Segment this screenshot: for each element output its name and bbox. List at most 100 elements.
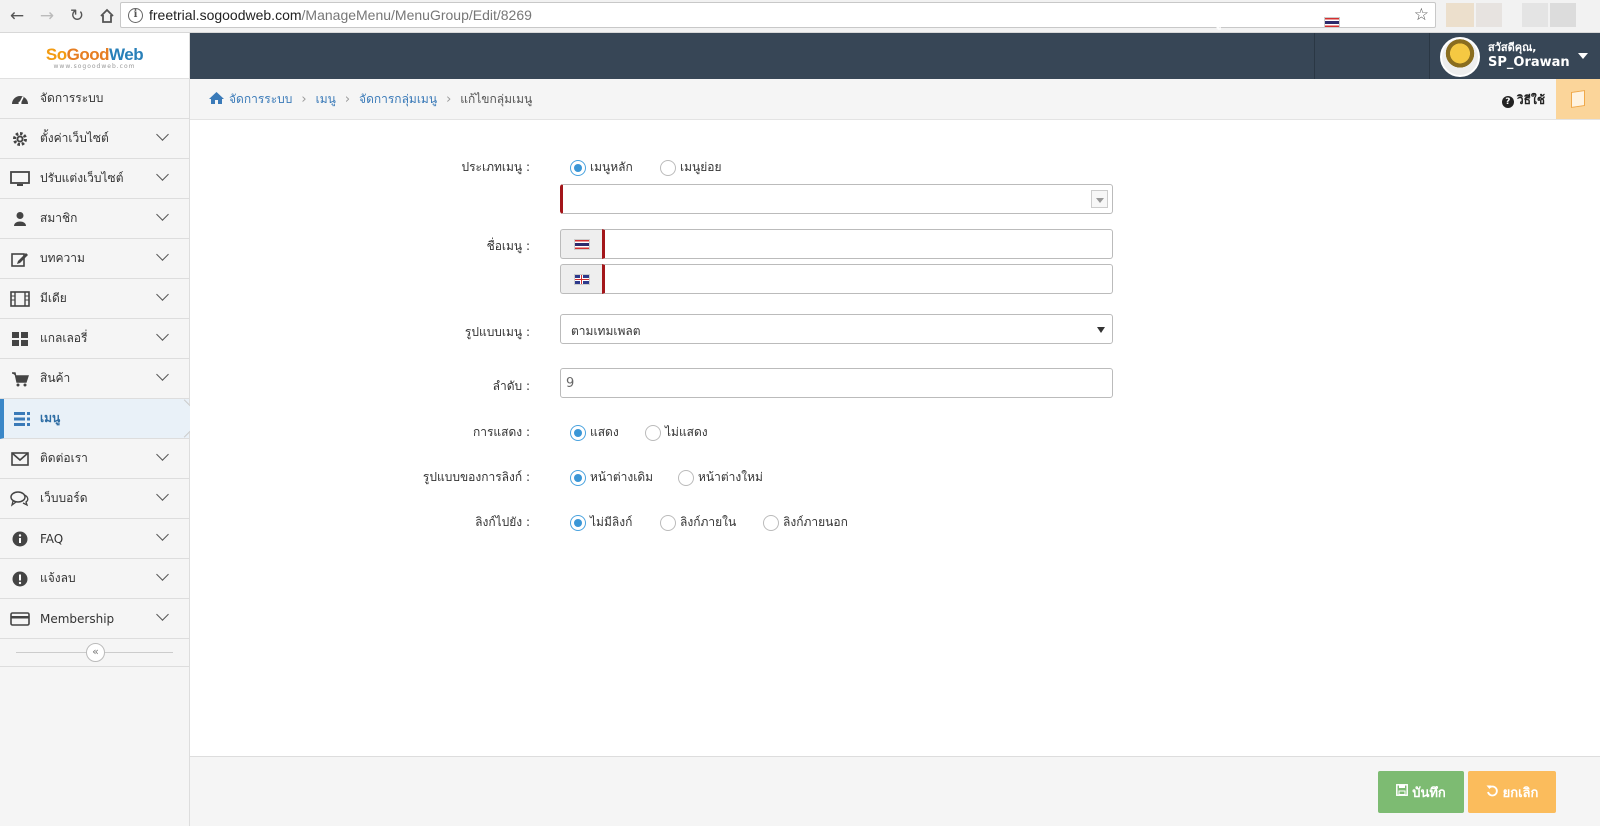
gear-icon [0, 131, 40, 147]
breadcrumb-separator-icon: › [446, 91, 452, 107]
radio-no-link[interactable]: ไม่มีลิงก์ [570, 513, 632, 532]
thai-flag-addon [560, 229, 602, 259]
envelope-icon [0, 451, 40, 466]
link-style-label: รูปแบบของการลิงก์ : [422, 470, 530, 484]
sidebar-item-dashboard[interactable]: จัดการระบบ [0, 79, 189, 119]
monitor-icon [0, 170, 40, 187]
cancel-button[interactable]: ยกเลิก [1468, 771, 1556, 813]
menu-list-icon [4, 411, 40, 427]
user-caret-icon[interactable] [1578, 53, 1588, 59]
chevron-down-icon [156, 288, 169, 301]
sidebar-collapse-row: « [0, 639, 189, 667]
question-icon: ? [1501, 96, 1514, 108]
collapse-sidebar-icon[interactable]: « [86, 643, 105, 662]
save-icon [1396, 784, 1409, 800]
home-icon[interactable] [94, 3, 120, 29]
sidebar-item-media[interactable]: มีเดีย [0, 279, 189, 319]
chevron-down-icon [156, 488, 169, 501]
order-input[interactable]: 9 [560, 368, 1113, 398]
sidebar-item-menu[interactable]: เมนู [0, 399, 189, 439]
menu-name-label: ชื่อเมนู : [486, 239, 530, 253]
menu-name-th-input[interactable] [602, 229, 1113, 259]
thai-flag-icon [573, 238, 590, 250]
breadcrumb-link-menu[interactable]: เมนู [316, 90, 336, 109]
sidebar-item-articles[interactable]: บทความ [0, 239, 189, 279]
radio-external-link[interactable]: ลิงก์ภายนอก [763, 513, 848, 532]
menu-style-select[interactable]: ตามเทมเพลต [560, 314, 1113, 344]
grid-icon [0, 331, 40, 347]
sidebar-item-members[interactable]: สมาชิก [0, 199, 189, 239]
sidebar-item-faq[interactable]: FAQ [0, 519, 189, 559]
extension-icon[interactable] [1522, 3, 1548, 27]
chevron-down-icon [156, 328, 169, 341]
extension-icon[interactable] [1550, 3, 1576, 27]
sidebar-item-settings[interactable]: ตั้งค่าเว็บไซต์ [0, 119, 189, 159]
alert-icon [0, 571, 40, 587]
dropdown-arrow-icon[interactable] [1091, 190, 1108, 208]
menu-name-en-input[interactable] [602, 264, 1113, 294]
radio-show[interactable]: แสดง [570, 423, 619, 442]
menu-type-label: ประเภทเมนู : [461, 160, 530, 174]
chevron-down-icon [156, 128, 169, 141]
info-icon[interactable]: i [128, 7, 143, 23]
radio-internal-link[interactable]: ลิงก์ภายใน [660, 513, 736, 532]
uk-flag-addon [560, 264, 602, 294]
parent-menu-select[interactable] [560, 184, 1113, 214]
forward-icon[interactable]: → [34, 3, 60, 29]
uk-flag-icon [573, 273, 590, 285]
radio-sub-menu[interactable]: เมนูย่อย [660, 158, 721, 177]
view-site-link[interactable]: ดูตัวอย่างเว็บไซต์ [1213, 0, 1310, 46]
extension-icon[interactable] [1446, 3, 1474, 27]
radio-new-window[interactable]: หน้าต่างใหม่ [678, 468, 763, 487]
film-icon [0, 290, 40, 307]
form-footer: บันทึก ยกเลิก [190, 756, 1600, 826]
sidebar-item-customize[interactable]: ปรับแต่งเว็บไซต์ [0, 159, 189, 199]
menu-style-label: รูปแบบเมนู : [464, 325, 530, 339]
user-icon [0, 211, 40, 227]
reload-icon[interactable]: ↻ [64, 3, 90, 29]
dashboard-icon [0, 91, 40, 107]
chevron-down-icon [156, 568, 169, 581]
sidebar-item-report[interactable]: แจ้งลบ [0, 559, 189, 599]
site-logo[interactable]: SoGoodWeb www.sogoodweb.com [0, 33, 190, 79]
credit-card-icon [0, 611, 40, 626]
sidebar-item-webboard[interactable]: เว็บบอร์ด [0, 479, 189, 519]
extension-icon[interactable] [1476, 3, 1502, 27]
sidebar-item-membership[interactable]: Membership [0, 599, 189, 639]
help-link[interactable]: ? วิธีใช้ [1501, 91, 1545, 110]
chevron-down-icon [156, 168, 169, 181]
breadcrumb-link-menu-group[interactable]: จัดการกลุ่มเมนู [359, 90, 437, 109]
back-icon[interactable]: ← [4, 3, 30, 29]
breadcrumb-separator-icon: › [301, 91, 307, 107]
breadcrumb-separator-icon: › [344, 91, 351, 107]
breadcrumb-link-system[interactable]: จัดการระบบ [229, 90, 292, 109]
info-icon [0, 531, 40, 547]
edit-icon [0, 251, 40, 267]
display-label: การแสดง : [472, 425, 530, 439]
chevron-down-icon [156, 528, 169, 541]
language-dropdown[interactable]: ภาษาไทย [1324, 0, 1421, 46]
caret-down-icon [1097, 327, 1105, 333]
sidebar: จัดการระบบ ตั้งค่าเว็บไซต์ ปรับแต่งเว็บไ… [0, 79, 190, 826]
thai-flag-icon [1324, 17, 1340, 28]
sidebar-item-gallery[interactable]: แกลเลอรี่ [0, 319, 189, 359]
save-button[interactable]: บันทึก [1378, 771, 1464, 813]
chevron-down-icon [156, 248, 169, 261]
undo-icon [1486, 784, 1499, 801]
chevron-down-icon [156, 608, 169, 621]
radio-same-window[interactable]: หน้าต่างเดิม [570, 468, 653, 487]
cart-icon [0, 371, 40, 387]
home-icon[interactable] [208, 91, 225, 108]
user-menu[interactable]: สวัสดีคุณ, SP_Orawan [1488, 40, 1570, 70]
sidebar-item-contact[interactable]: ติดต่อเรา [0, 439, 189, 479]
sidebar-item-products[interactable]: สินค้า [0, 359, 189, 399]
chevron-down-icon [156, 208, 169, 221]
radio-main-menu[interactable]: เมนูหลัก [570, 158, 633, 177]
logo-subtitle: www.sogoodweb.com [53, 63, 136, 70]
chevron-down-icon [156, 368, 169, 381]
chevron-down-icon [156, 448, 169, 461]
caret-down-icon [1411, 19, 1421, 26]
radio-hide[interactable]: ไม่แสดง [645, 423, 708, 442]
avatar[interactable] [1440, 37, 1480, 77]
notes-button[interactable] [1556, 79, 1600, 119]
